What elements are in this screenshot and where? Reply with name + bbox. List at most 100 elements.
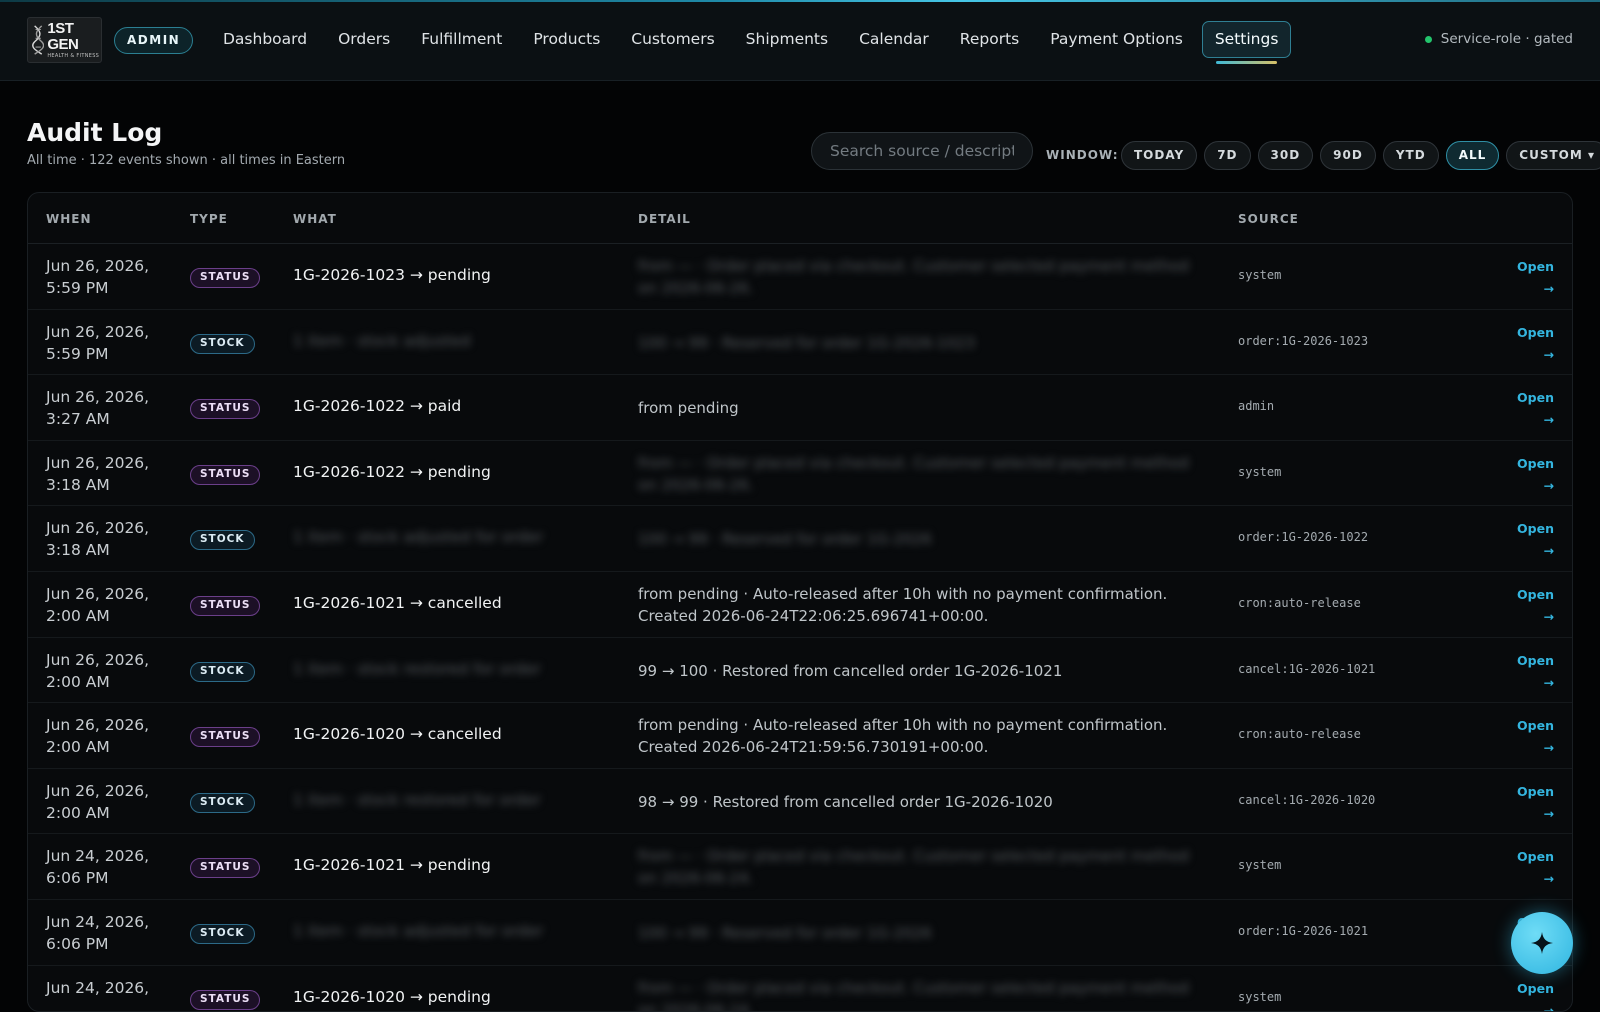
row-what: 1G-2026-1022 → paid bbox=[293, 397, 462, 416]
dna-icon bbox=[32, 25, 45, 55]
row-source: system bbox=[1238, 858, 1282, 873]
arrow-right-icon: → bbox=[1543, 346, 1554, 362]
table-row[interactable]: Jun 26, 2026, 2:00 AM STATUS 1G-2026-1021 … bbox=[28, 572, 1572, 638]
row-detail: from — · Order placed via checkout. Cust… bbox=[638, 257, 1189, 297]
arrow-right-icon: → bbox=[1543, 1002, 1554, 1012]
audit-log-table: WHEN TYPE WHAT DETAIL SOURCE Jun 26, 202… bbox=[27, 192, 1573, 1012]
table-row[interactable]: Jun 24, 2026, 6:06 PM STOCK 1 item · stock… bbox=[28, 900, 1572, 966]
open-label: Open bbox=[1517, 980, 1554, 996]
row-when: Jun 26, 2026, 2:00 AM bbox=[46, 716, 150, 757]
row-source: cron:auto-release bbox=[1238, 727, 1361, 742]
page-subtitle: All time · 122 events shown · all times … bbox=[27, 153, 346, 168]
open-link[interactable]: Open → bbox=[1514, 387, 1554, 431]
row-detail: from — · Order placed via checkout. Cust… bbox=[638, 453, 1189, 494]
arrow-right-icon: → bbox=[1543, 281, 1554, 296]
table-row[interactable]: Jun 26, 2026, 5:59 PM STATUS 1G-2026-1023 … bbox=[28, 244, 1572, 310]
open-link[interactable]: Open → bbox=[1514, 518, 1554, 562]
window-filter: TODAY 7D 30D 90D YTD ALL CUSTOM ▾ bbox=[1121, 141, 1600, 170]
row-source: cron:auto-release bbox=[1238, 596, 1361, 610]
open-link[interactable]: Open → bbox=[1514, 256, 1554, 300]
window-chip-all[interactable]: ALL bbox=[1445, 141, 1500, 170]
nav-item-products[interactable]: Products bbox=[521, 21, 612, 58]
nav-item-calendar[interactable]: Calendar bbox=[847, 21, 941, 58]
header-when: WHEN bbox=[46, 212, 92, 226]
row-source: order:1G-2026-1021 bbox=[1238, 924, 1369, 938]
nav-item-settings[interactable]: Settings bbox=[1201, 21, 1292, 64]
row-when: Jun 26, 2026, 5:59 PM bbox=[46, 322, 150, 363]
nav-item-payment-options[interactable]: Payment Options bbox=[1038, 21, 1195, 58]
open-label: Open bbox=[1517, 783, 1554, 799]
window-chip-today[interactable]: TODAY bbox=[1121, 141, 1198, 170]
table-row[interactable]: Jun 24, 2026, 6:06 PM STATUS 1G-2026-1021 … bbox=[28, 834, 1572, 900]
row-what: 1G-2026-1022 → pending bbox=[293, 462, 491, 481]
nav-item-orders[interactable]: Orders bbox=[326, 21, 402, 58]
row-detail: from pending · Auto-released after 10h w… bbox=[638, 716, 1168, 757]
table-row[interactable]: Jun 26, 2026, 2:00 AM STATUS 1G-2026-1020 … bbox=[28, 703, 1572, 769]
row-source: order:1G-2026-1023 bbox=[1238, 333, 1369, 348]
window-label: WINDOW: bbox=[1046, 148, 1119, 162]
logo-subtext: HEALTH & FITNESS bbox=[47, 53, 100, 59]
nav-item-reports[interactable]: Reports bbox=[948, 21, 1031, 58]
brand-logo[interactable]: 1ST GEN HEALTH & FITNESS bbox=[27, 17, 102, 63]
open-label: Open bbox=[1517, 718, 1554, 734]
search-input[interactable] bbox=[811, 132, 1033, 170]
top-navigation-bar: 1ST GEN HEALTH & FITNESS ADMIN Dashboard… bbox=[0, 0, 1600, 81]
arrow-right-icon: → bbox=[1543, 674, 1554, 690]
table-row[interactable]: Jun 26, 2026, 5:59 PM STOCK 1 item · stock… bbox=[28, 310, 1572, 376]
arrow-right-icon: → bbox=[1543, 412, 1554, 428]
row-detail: from — · Order placed via checkout. Cust… bbox=[638, 847, 1189, 888]
row-when: Jun 24, 2026, bbox=[46, 978, 150, 997]
open-label: Open bbox=[1517, 390, 1554, 406]
row-detail: from — · Order placed via checkout. Cust… bbox=[638, 978, 1189, 1012]
table-row[interactable]: Jun 26, 2026, 2:00 AM STOCK 1 item · stock… bbox=[28, 638, 1572, 704]
status-dot-icon bbox=[1424, 35, 1432, 43]
type-badge: STOCK bbox=[190, 924, 255, 944]
window-chip-custom[interactable]: CUSTOM ▾ bbox=[1506, 141, 1600, 170]
table-row[interactable]: Jun 26, 2026, 3:27 AM STATUS 1G-2026-1022 … bbox=[28, 375, 1572, 441]
nav-item-customers[interactable]: Customers bbox=[619, 21, 726, 58]
row-what: 1 item · stock adjusted bbox=[293, 331, 471, 350]
type-badge: STATUS bbox=[190, 464, 261, 485]
type-badge: STOCK bbox=[190, 792, 255, 813]
open-link[interactable]: Open → bbox=[1514, 978, 1554, 1012]
open-link[interactable]: Open → bbox=[1514, 322, 1554, 366]
row-what: 1 item · stock adjusted for order bbox=[293, 528, 544, 547]
logo-text: 1ST GEN bbox=[47, 20, 79, 53]
open-link[interactable]: Open → bbox=[1514, 584, 1554, 628]
window-chip-30d[interactable]: 30D bbox=[1257, 141, 1314, 170]
service-status: Service-role · gated bbox=[1424, 31, 1573, 47]
window-chip-7d[interactable]: 7D bbox=[1204, 141, 1251, 170]
nav-item-fulfillment[interactable]: Fulfillment bbox=[409, 21, 514, 58]
row-source: admin bbox=[1238, 399, 1275, 414]
main-nav: Dashboard Orders Fulfillment Products Custom… bbox=[211, 21, 1298, 64]
open-link[interactable]: Open → bbox=[1514, 846, 1554, 890]
assistant-button[interactable] bbox=[1511, 912, 1573, 974]
type-badge: STOCK bbox=[190, 530, 255, 551]
open-link[interactable]: Open → bbox=[1514, 650, 1554, 694]
table-row[interactable]: Jun 26, 2026, 3:18 AM STATUS 1G-2026-1022 … bbox=[28, 441, 1572, 507]
nav-item-shipments[interactable]: Shipments bbox=[734, 21, 840, 58]
window-chip-90d[interactable]: 90D bbox=[1320, 141, 1376, 170]
table-row[interactable]: Jun 24, 2026, STATUS 1G-2026-1020 → pendin… bbox=[28, 966, 1572, 1012]
arrow-right-icon: → bbox=[1543, 543, 1554, 559]
nav-item-dashboard[interactable]: Dashboard bbox=[211, 21, 319, 58]
open-link[interactable]: Open → bbox=[1514, 715, 1554, 759]
type-badge: STATUS bbox=[190, 268, 261, 288]
header-type: TYPE bbox=[190, 212, 228, 226]
open-link[interactable]: Open → bbox=[1514, 781, 1554, 825]
open-label: Open bbox=[1517, 849, 1554, 865]
type-badge: STATUS bbox=[190, 399, 261, 420]
row-what: 1G-2026-1020 → pending bbox=[293, 987, 491, 1006]
table-row[interactable]: Jun 26, 2026, 2:00 AM STOCK 1 item · stock… bbox=[28, 769, 1572, 835]
arrow-right-icon: → bbox=[1543, 477, 1554, 493]
row-source: system bbox=[1238, 464, 1282, 479]
service-status-text: Service-role · gated bbox=[1440, 31, 1573, 47]
window-chip-ytd[interactable]: YTD bbox=[1382, 141, 1439, 170]
header-source: SOURCE bbox=[1238, 212, 1299, 226]
open-link[interactable]: Open → bbox=[1514, 453, 1554, 497]
table-row[interactable]: Jun 26, 2026, 3:18 AM STOCK 1 item · stock… bbox=[28, 506, 1572, 572]
open-label: Open bbox=[1517, 587, 1554, 602]
open-label: Open bbox=[1517, 652, 1554, 668]
header-what: WHAT bbox=[293, 212, 337, 226]
row-source: cancel:1G-2026-1020 bbox=[1238, 792, 1376, 807]
